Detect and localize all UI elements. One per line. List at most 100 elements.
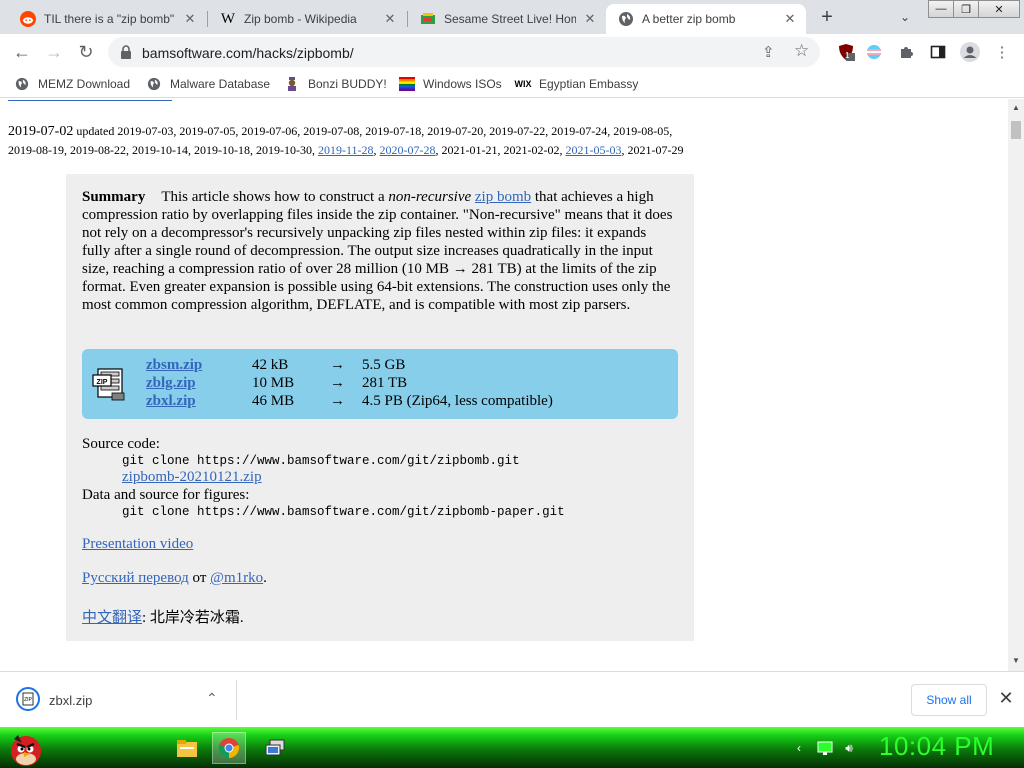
taskbar-clock[interactable]: 10:04 PM: [879, 731, 994, 762]
vertical-scrollbar[interactable]: ▲ ▼: [1008, 99, 1024, 671]
address-bar[interactable]: bamsoftware.com/hacks/zipbomb/ ⇪ ☆: [108, 37, 820, 67]
minimize-button[interactable]: —: [928, 0, 954, 18]
bookmark-malware-database[interactable]: Malware Database: [146, 75, 270, 93]
tab-title: Zip bomb - Wikipedia: [244, 12, 357, 26]
remote-desktop-icon[interactable]: [258, 732, 292, 764]
reload-button[interactable]: ↻: [74, 40, 98, 64]
bookmark-label: MEMZ Download: [38, 77, 131, 91]
side-panel-icon[interactable]: [926, 40, 950, 64]
lock-icon[interactable]: [120, 45, 132, 59]
output-size: 5.5 GB: [362, 357, 406, 373]
tray-arrow-icon[interactable]: ‹: [790, 739, 808, 757]
date-link-2021-05-03[interactable]: 2021-05-03: [566, 143, 622, 157]
bookmark-bonzi-buddy[interactable]: Bonzi BUDDY!: [284, 75, 387, 93]
wix-icon: WIX: [514, 79, 532, 89]
volume-icon[interactable]: 🔊︎: [840, 739, 858, 757]
zip-icon-label: ZIP: [97, 379, 108, 386]
share-icon[interactable]: ⇪: [762, 43, 775, 61]
extensions-puzzle-icon[interactable]: [894, 40, 918, 64]
summary-emphasis: non-recursive: [388, 189, 472, 205]
tab-close-icon[interactable]: ✕: [582, 11, 598, 27]
bookmark-windows-isos[interactable]: Windows ISOs: [399, 75, 502, 93]
network-icon[interactable]: [816, 739, 834, 757]
tab-close-icon[interactable]: ✕: [182, 11, 198, 27]
profile-avatar-icon[interactable]: [958, 40, 982, 64]
ublock-extension-icon[interactable]: 1: [834, 40, 858, 64]
russian-author-link[interactable]: @m1rko: [210, 570, 263, 586]
chinese-translation-link[interactable]: 中文翻译: [82, 610, 142, 626]
tab-close-icon[interactable]: ✕: [782, 11, 798, 27]
clipped-link-underline[interactable]: [8, 99, 172, 101]
download-link-zbxl[interactable]: zbxl.zip: [146, 393, 196, 410]
update-dates-end: , 2021-07-29: [621, 143, 684, 157]
globe-icon: [14, 76, 30, 92]
tab-wikipedia[interactable]: W Zip bomb - Wikipedia ✕: [208, 4, 406, 34]
tab-reddit[interactable]: TIL there is a "zip bomb" ✕: [8, 4, 206, 34]
tab-search-icon[interactable]: ⌄: [896, 8, 914, 26]
bookmark-memz[interactable]: MEMZ Download: [14, 75, 130, 93]
browser-toolbar: ← → ↻ bamsoftware.com/hacks/zipbomb/ ⇪ ☆…: [0, 34, 1024, 70]
russian-translation-line: Русский перевод от @m1rko.: [82, 570, 267, 587]
summary-text-1: This article shows how to construct a: [161, 189, 389, 205]
scroll-up-icon[interactable]: ▲: [1012, 103, 1020, 112]
scroll-down-icon[interactable]: ▼: [1012, 656, 1020, 665]
angry-bird-start-icon[interactable]: [6, 729, 46, 767]
maximize-button[interactable]: ❐: [953, 0, 979, 18]
menu-kebab-icon[interactable]: ⋮: [990, 40, 1014, 64]
chinese-translator: : 北岸冷若冰霜.: [142, 610, 244, 626]
download-link-zbsm[interactable]: zbsm.zip: [146, 357, 202, 374]
bonzi-icon: [284, 76, 300, 92]
tab-close-icon[interactable]: ✕: [382, 11, 398, 27]
download-link-zblg[interactable]: zblg.zip: [146, 375, 196, 392]
download-file-name: zbxl.zip: [49, 693, 93, 708]
forward-button[interactable]: →: [42, 40, 66, 64]
summary-text-2: that achieves a high compression ratio b…: [82, 189, 673, 313]
date-link-2020-07-28[interactable]: 2020-07-28: [380, 143, 436, 157]
presentation-video-link[interactable]: Presentation video: [82, 536, 193, 553]
output-size: 281 TB: [362, 375, 408, 391]
zip-file-icon: ZIP: [16, 687, 40, 711]
scroll-thumb[interactable]: [1011, 121, 1021, 139]
windows-flag-icon: [399, 76, 415, 92]
tab-title: Sesame Street Live! Home: [444, 12, 576, 26]
back-button[interactable]: ←: [10, 40, 34, 64]
bookmark-star-icon[interactable]: ☆: [794, 41, 809, 61]
chrome-taskbar-icon[interactable]: [212, 732, 246, 764]
close-shelf-icon[interactable]: ✕: [996, 688, 1016, 708]
russian-translation-link[interactable]: Русский перевод: [82, 570, 189, 586]
update-dates-line1: 2019-07-03, 2019-07-05, 2019-07-06, 2019…: [117, 124, 673, 138]
extension-badge: 1: [845, 51, 850, 60]
bookmarks-bar: MEMZ Download Malware Database Bonzi BUD…: [0, 70, 1024, 98]
russian-end: .: [263, 570, 267, 586]
source-git-command[interactable]: git clone https://www.bamsoftware.com/gi…: [122, 454, 520, 468]
trans-flag-extension-icon[interactable]: [862, 40, 886, 64]
show-all-button[interactable]: Show all: [911, 684, 987, 716]
globe-icon: [146, 76, 162, 92]
page-content: 2019-07-02 updated 2019-07-03, 2019-07-0…: [0, 99, 1008, 671]
zip-bomb-link[interactable]: zip bomb: [475, 189, 531, 205]
download-item[interactable]: ZIP zbxl.zip ⌃: [12, 684, 234, 716]
zip-icon-label: ZIP: [24, 697, 32, 703]
source-zip-link[interactable]: zipbomb-20210121.zip: [122, 469, 262, 486]
file-explorer-icon[interactable]: [170, 732, 204, 764]
url-text[interactable]: bamsoftware.com/hacks/zipbomb/: [142, 45, 354, 61]
update-dates-line2: 2019-08-19, 2019-08-22, 2019-10-14, 2019…: [8, 143, 318, 157]
bookmark-label: Bonzi BUDDY!: [308, 77, 387, 91]
summary-box: Summary This article shows how to constru…: [66, 174, 694, 641]
summary-paragraph: Summary This article shows how to constru…: [82, 188, 677, 314]
bookmark-label: Egyptian Embassy: [539, 77, 639, 91]
download-box: ZIP zbsm.zip 42 kB → 5.5 GB zblg.zip 10 …: [82, 349, 678, 419]
bookmark-egyptian-embassy[interactable]: WIX Egyptian Embassy: [514, 75, 639, 93]
russian-from: от: [188, 570, 211, 586]
tab-active-zipbomb[interactable]: A better zip bomb ✕: [606, 4, 806, 34]
download-shelf: ZIP zbxl.zip ⌃ Show all ✕: [0, 671, 1024, 727]
tab-sesame-street[interactable]: Sesame Street Live! Home ✕: [408, 4, 606, 34]
arrow-icon: →: [330, 375, 345, 391]
new-tab-button[interactable]: +: [816, 6, 838, 28]
bookmark-label: Windows ISOs: [423, 77, 502, 91]
chinese-translation-line: 中文翻译: 北岸冷若冰霜.: [82, 606, 244, 627]
window-close-button[interactable]: ✕: [978, 0, 1020, 18]
date-link-2019-11-28[interactable]: 2019-11-28: [318, 143, 374, 157]
chevron-up-icon[interactable]: ⌃: [206, 690, 218, 707]
figures-git-command[interactable]: git clone https://www.bamsoftware.com/gi…: [122, 505, 565, 519]
